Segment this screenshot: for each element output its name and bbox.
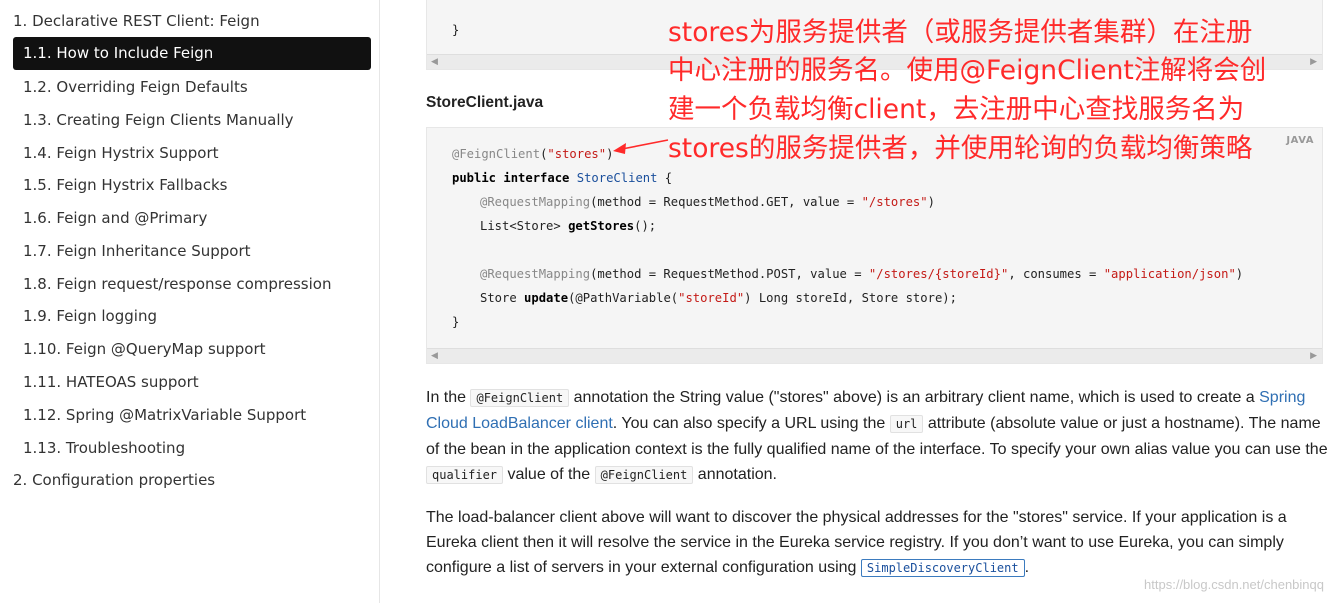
code-line-7: }: [452, 315, 460, 329]
toc-item-overriding-feign-defaults[interactable]: 1.2. Overriding Feign Defaults: [23, 77, 248, 97]
code-line-2: public interface StoreClient {: [452, 171, 673, 185]
annotation-note-line-4: stores的服务提供者，并使用轮询的负载均衡策略: [668, 133, 1253, 164]
triangle-right-icon[interactable]: ▶: [1310, 57, 1317, 67]
inline-code-feignclient-2: @FeignClient: [594, 466, 694, 484]
code-line-5: @RequestMapping(method = RequestMethod.P…: [480, 267, 1244, 281]
toc-item-feign-logging[interactable]: 1.9. Feign logging: [23, 306, 157, 326]
toc-sidebar: 1. Declarative REST Client: Feign 1.1. H…: [0, 0, 380, 603]
triangle-left-icon[interactable]: ◀: [431, 57, 438, 67]
toc-item-configuration-properties[interactable]: 2. Configuration properties: [13, 470, 215, 490]
code-hscrollbar[interactable]: ◀ ▶: [427, 348, 1322, 363]
code-line-1: @FeignClient("stores"): [452, 147, 614, 161]
toc-item-feign-hystrix-fallbacks[interactable]: 1.5. Feign Hystrix Fallbacks: [23, 175, 227, 195]
code-line-6: Store update(@PathVariable("storeId") Lo…: [480, 291, 957, 305]
toc-item-how-to-include-feign[interactable]: 1.1. How to Include Feign: [13, 37, 371, 70]
toc-item-matrixvariable[interactable]: 1.12. Spring @MatrixVariable Support: [23, 405, 306, 425]
code-line-4: List<Store> getStores();: [480, 219, 657, 233]
code-closing-brace: }: [452, 23, 460, 37]
inline-code-simplediscoveryclient[interactable]: SimpleDiscoveryClient: [860, 559, 1025, 577]
code-language-badge: JAVA: [1286, 135, 1314, 146]
annotation-note-line-3: 建一个负载均衡client，去注册中心查找服务名为: [668, 94, 1245, 125]
inline-code-qualifier: qualifier: [426, 466, 504, 484]
paragraph-feignclient-name: In the @FeignClient annotation the Strin…: [426, 389, 1328, 484]
toc-item-feign-inheritance[interactable]: 1.7. Feign Inheritance Support: [23, 241, 251, 261]
paragraph-load-balancer: The load-balancer client above will want…: [426, 509, 1287, 577]
annotation-note-line-1: stores为服务提供者（或服务提供者集群）在注册: [668, 17, 1253, 48]
toc-item-creating-feign-clients[interactable]: 1.3. Creating Feign Clients Manually: [23, 110, 294, 130]
watermark-text: https://blog.csdn.net/chenbinqq: [1144, 577, 1324, 592]
toc-item-feign-hystrix-support[interactable]: 1.4. Feign Hystrix Support: [23, 143, 219, 163]
triangle-right-icon[interactable]: ▶: [1310, 351, 1317, 361]
code-line-3: @RequestMapping(method = RequestMethod.G…: [480, 195, 935, 209]
toc-item-hateoas-support[interactable]: 1.11. HATEOAS support: [23, 372, 199, 392]
toc-item-feign-querymap[interactable]: 1.10. Feign @QueryMap support: [23, 339, 266, 359]
file-title: StoreClient.java: [426, 94, 544, 111]
triangle-left-icon[interactable]: ◀: [431, 351, 438, 361]
toc-item-feign-and-primary[interactable]: 1.6. Feign and @Primary: [23, 208, 207, 228]
toc-item-troubleshooting[interactable]: 1.13. Troubleshooting: [23, 438, 185, 458]
inline-code-url: url: [889, 415, 924, 433]
inline-code-feignclient: @FeignClient: [470, 389, 570, 407]
toc-item-feign-compression[interactable]: 1.8. Feign request/response compression: [23, 274, 331, 294]
toc-item-declarative-rest-client[interactable]: 1. Declarative REST Client: Feign: [13, 11, 260, 31]
annotation-note-line-2: 中心注册的服务名。使用@FeignClient注解将会创: [668, 55, 1267, 86]
